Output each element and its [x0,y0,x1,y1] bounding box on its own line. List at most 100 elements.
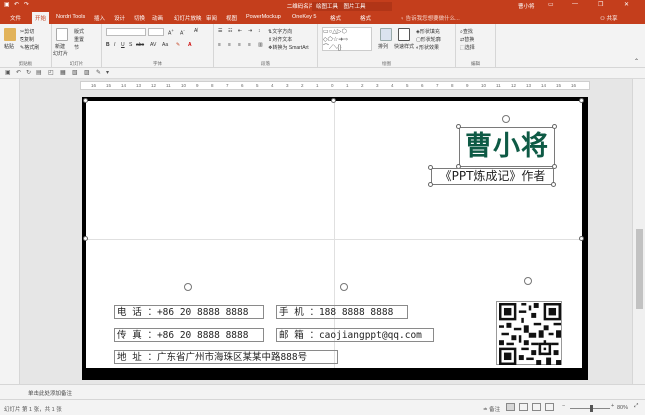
copy-button[interactable]: ⎘复制 [20,36,34,43]
draw-icon[interactable]: ✎ [96,69,101,76]
redo-icon[interactable]: ↻ [26,69,31,76]
justify-icon[interactable]: ≡ [248,42,251,48]
paste-button[interactable]: 粘贴 [4,43,14,50]
notes-toggle-button[interactable]: ≐ 备注 [483,405,500,413]
tab-format-drawing[interactable]: 格式 [330,14,341,22]
collapse-ribbon-icon[interactable]: ⌃ [634,58,639,65]
quick-styles-icon[interactable] [398,28,410,41]
customize-qat-icon[interactable]: ▾ [106,69,109,76]
section-button[interactable]: 节 [74,44,79,51]
replace-button[interactable]: ⇄替换 [460,36,474,43]
undo-icon[interactable]: ↶ [16,69,21,76]
tell-me-search[interactable]: ♀ 告诉我您想要做什么... [400,14,460,22]
bullets-icon[interactable]: ☰ [218,28,222,34]
shrink-font-icon[interactable]: A- [180,28,185,37]
address-text[interactable]: 地 址 ：广东省广州市海珠区某某中路888号 [114,350,338,364]
fax-text[interactable]: 传 真 ：+86 20 8888 8888 [114,328,264,342]
change-case-icon[interactable]: Aa [162,42,168,48]
rotate-handle-icon[interactable] [184,283,192,291]
resize-handle[interactable] [552,124,557,129]
slide-canvas[interactable]: 曹小将 《PPT炼成记》作者 电 话 ：+86 20 8888 8888 手 机… [82,97,588,380]
tab-home[interactable]: 开始 [32,12,50,24]
zoom-slider-thumb[interactable] [590,405,593,412]
resize-handle[interactable] [428,182,433,187]
convert-smartart-button[interactable]: ❖转换为 SmartArt [268,44,309,51]
user-name[interactable]: 曹小将 [518,2,535,10]
phone-text[interactable]: 电 话 ：+86 20 8888 8888 [114,305,264,319]
slide-handle[interactable] [83,98,88,103]
outdent-icon[interactable]: ⇥ [248,28,252,34]
align-center-icon[interactable]: ≡ [228,42,231,48]
spacing-icon[interactable]: AV [150,42,156,48]
subtitle-textbox[interactable]: 《PPT炼成记》作者 [431,168,554,185]
reset-button[interactable]: 重置 [74,36,84,43]
columns-icon[interactable]: ▥ [258,42,263,48]
text-direction-button[interactable]: ⇅文字方向 [268,28,292,35]
vertical-scrollbar[interactable] [632,79,645,384]
email-text[interactable]: 邮 箱 ：caojiangppt@qq.com [276,328,434,342]
slide-handle[interactable] [579,98,584,103]
present-icon[interactable]: ▤ [36,69,42,76]
italic-icon[interactable]: I [114,42,115,48]
minimize-button[interactable]: — [572,1,578,7]
tab-file[interactable]: 文件 [10,14,21,22]
slideshow-view-icon[interactable] [545,403,554,411]
save-icon[interactable]: ▣ [5,69,11,76]
slide-handle[interactable] [331,98,336,103]
rotate-handle-icon[interactable] [340,283,348,291]
font-family-select[interactable] [106,28,146,36]
tab-view[interactable]: 视图 [226,14,237,22]
tab-powermockup[interactable]: PowerMockup [246,14,281,20]
tab-review[interactable]: 审阅 [206,14,217,22]
clear-format-icon[interactable]: A̸ [194,28,197,34]
resize-handle[interactable] [428,165,433,170]
layout-button[interactable]: 版式 [74,28,84,35]
share-button[interactable]: ⚇ 共享 [600,14,617,22]
shape-effects-button[interactable]: ◐形状效果 [416,44,439,51]
shape-fill-button[interactable]: ◈形状填充 [416,28,440,35]
arrange-button[interactable]: 排列 [378,43,388,50]
notes-pane[interactable]: 单击此处添加备注 [0,384,645,399]
tab-design[interactable]: 设计 [114,14,125,22]
slide-sorter-icon[interactable] [519,403,528,411]
new-slide-icon[interactable] [56,28,68,41]
paste-icon[interactable] [4,28,16,41]
format-icon[interactable]: ▦ [60,69,66,76]
tab-format-picture[interactable]: 格式 [360,14,371,22]
align-left-icon[interactable]: ≡ [218,42,221,48]
zoom-out-icon[interactable]: − [562,403,565,409]
fit-slide-icon[interactable]: ⤢ [634,403,638,410]
tab-insert[interactable]: 插入 [94,14,105,22]
shadow-icon[interactable]: S [129,42,132,48]
quick-styles-button[interactable]: 快速样式 [394,43,414,50]
resize-handle[interactable] [456,124,461,129]
mobile-text[interactable]: 手 机 ：188 8888 8888 [276,305,408,319]
grow-font-icon[interactable]: A+ [168,28,174,37]
font-color-icon[interactable]: A [188,42,192,48]
strikethrough-icon[interactable]: abc [136,42,144,48]
numbering-icon[interactable]: ☷ [228,28,232,34]
zoom-level[interactable]: 80% [617,405,628,411]
qr-code-image[interactable] [496,301,562,365]
name-textbox[interactable]: 曹小将 [459,127,555,167]
format-painter-button[interactable]: ✎格式刷 [20,44,39,51]
bold-icon[interactable]: B [106,42,110,48]
arrange-icon[interactable] [380,28,392,41]
table-icon[interactable]: ▧ [72,69,78,76]
align-text-button[interactable]: ⇕对齐文本 [268,36,292,43]
rotate-handle-icon[interactable] [524,277,532,285]
restore-button[interactable]: ❐ [598,1,603,8]
scrollbar-thumb[interactable] [636,229,643,309]
tab-onekey[interactable]: OneKey 5 [292,14,316,20]
tab-slideshow[interactable]: 幻灯片放映 [174,14,202,22]
horizontal-guide[interactable] [86,239,582,240]
notes-placeholder[interactable]: 单击此处添加备注 [28,389,72,397]
shape-icon[interactable]: ◰ [48,69,54,76]
zoom-in-icon[interactable]: + [611,403,614,409]
font-size-select[interactable] [148,28,164,36]
reading-view-icon[interactable] [532,403,541,411]
highlight-icon[interactable]: ✎ [176,42,180,48]
rotate-handle-icon[interactable] [502,115,510,123]
find-button[interactable]: ⌕查找 [460,28,473,35]
shapes-gallery[interactable]: ▭○△▷⬡ ◇⬠☆➜⇨ ⌒⟋⟍{} [322,27,372,51]
